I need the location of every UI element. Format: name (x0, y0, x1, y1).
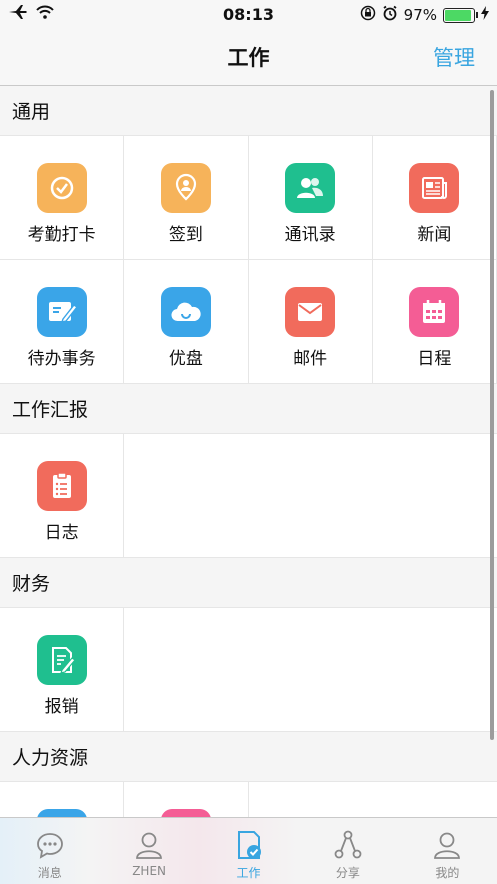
section-header-finance: 财务 (0, 558, 497, 608)
cloud-icon (161, 287, 211, 337)
reimburse-icon (37, 635, 87, 685)
chat-bubble-icon (35, 828, 65, 862)
app-label: 日志 (45, 518, 79, 543)
app-label: 报销 (45, 692, 79, 717)
app-label: 签到 (169, 220, 203, 245)
tab-work[interactable]: 工作 (199, 818, 298, 884)
app-reimburse[interactable]: 报销 (0, 608, 124, 732)
app-label: 考勤打卡 (28, 220, 96, 245)
app-attendance[interactable]: 考勤打卡 (0, 136, 124, 260)
todo-edit-icon (37, 287, 87, 337)
app-mail[interactable]: 邮件 (249, 260, 373, 384)
empty-cell (249, 782, 497, 817)
app-hr-partial[interactable] (0, 782, 124, 817)
contacts-icon (285, 163, 335, 213)
clipboard-icon (37, 461, 87, 511)
share-icon (333, 828, 363, 862)
section-header-hr: 人力资源 (0, 732, 497, 782)
app-sign-in[interactable]: 签到 (124, 136, 248, 260)
section-grid-hr (0, 782, 497, 817)
tab-label: ZHEN (132, 864, 166, 878)
manage-button[interactable]: 管理 (433, 42, 475, 72)
app-contacts[interactable]: 通讯录 (249, 136, 373, 260)
app-label: 日程 (417, 344, 451, 369)
app-schedule[interactable]: 日程 (373, 260, 497, 384)
app-icon-partial (37, 809, 87, 817)
app-icon-partial (161, 809, 211, 817)
empty-cell (124, 608, 497, 732)
scrollbar[interactable] (490, 90, 494, 740)
clock-check-icon (37, 163, 87, 213)
profile-icon (432, 828, 462, 862)
work-icon (234, 828, 264, 862)
tab-label: 我的 (435, 864, 459, 881)
location-pin-icon (161, 163, 211, 213)
app-label: 通讯录 (285, 220, 336, 245)
rotation-lock-icon (360, 5, 376, 25)
app-news[interactable]: 新闻 (373, 136, 497, 260)
work-app-list: 通用 考勤打卡 签到 通讯录 新闻 (0, 86, 497, 817)
tab-zhen[interactable]: ZHEN (99, 818, 198, 884)
tab-messages[interactable]: 消息 (0, 818, 99, 884)
section-grid-work-report: 日志 (0, 434, 497, 558)
person-icon (134, 828, 164, 862)
tab-bar: 消息 ZHEN 工作 分享 我的 (0, 817, 497, 884)
page-title: 工作 (0, 42, 497, 72)
app-label: 邮件 (293, 344, 327, 369)
charging-icon (481, 6, 489, 24)
section-grid-general: 考勤打卡 签到 通讯录 新闻 待办事务 (0, 136, 497, 384)
app-label: 新闻 (417, 220, 451, 245)
mail-icon (285, 287, 335, 337)
app-cloud-disk[interactable]: 优盘 (124, 260, 248, 384)
nav-bar: 工作 管理 (0, 30, 497, 86)
app-daily-log[interactable]: 日志 (0, 434, 124, 558)
alarm-icon (382, 5, 398, 25)
tab-label: 工作 (237, 864, 261, 881)
tab-label: 消息 (38, 864, 62, 881)
section-header-general: 通用 (0, 86, 497, 136)
status-bar: 08:13 97% (0, 0, 497, 30)
empty-cell (124, 434, 497, 558)
app-todo[interactable]: 待办事务 (0, 260, 124, 384)
tab-share[interactable]: 分享 (298, 818, 397, 884)
battery-icon (443, 8, 475, 23)
app-label: 优盘 (169, 344, 203, 369)
section-grid-finance: 报销 (0, 608, 497, 732)
calendar-icon (409, 287, 459, 337)
app-label: 待办事务 (28, 344, 96, 369)
tab-mine[interactable]: 我的 (398, 818, 497, 884)
section-header-work-report: 工作汇报 (0, 384, 497, 434)
tab-label: 分享 (336, 864, 360, 881)
newspaper-icon (409, 163, 459, 213)
app-hr-partial[interactable] (124, 782, 248, 817)
battery-percent: 97% (404, 6, 437, 24)
